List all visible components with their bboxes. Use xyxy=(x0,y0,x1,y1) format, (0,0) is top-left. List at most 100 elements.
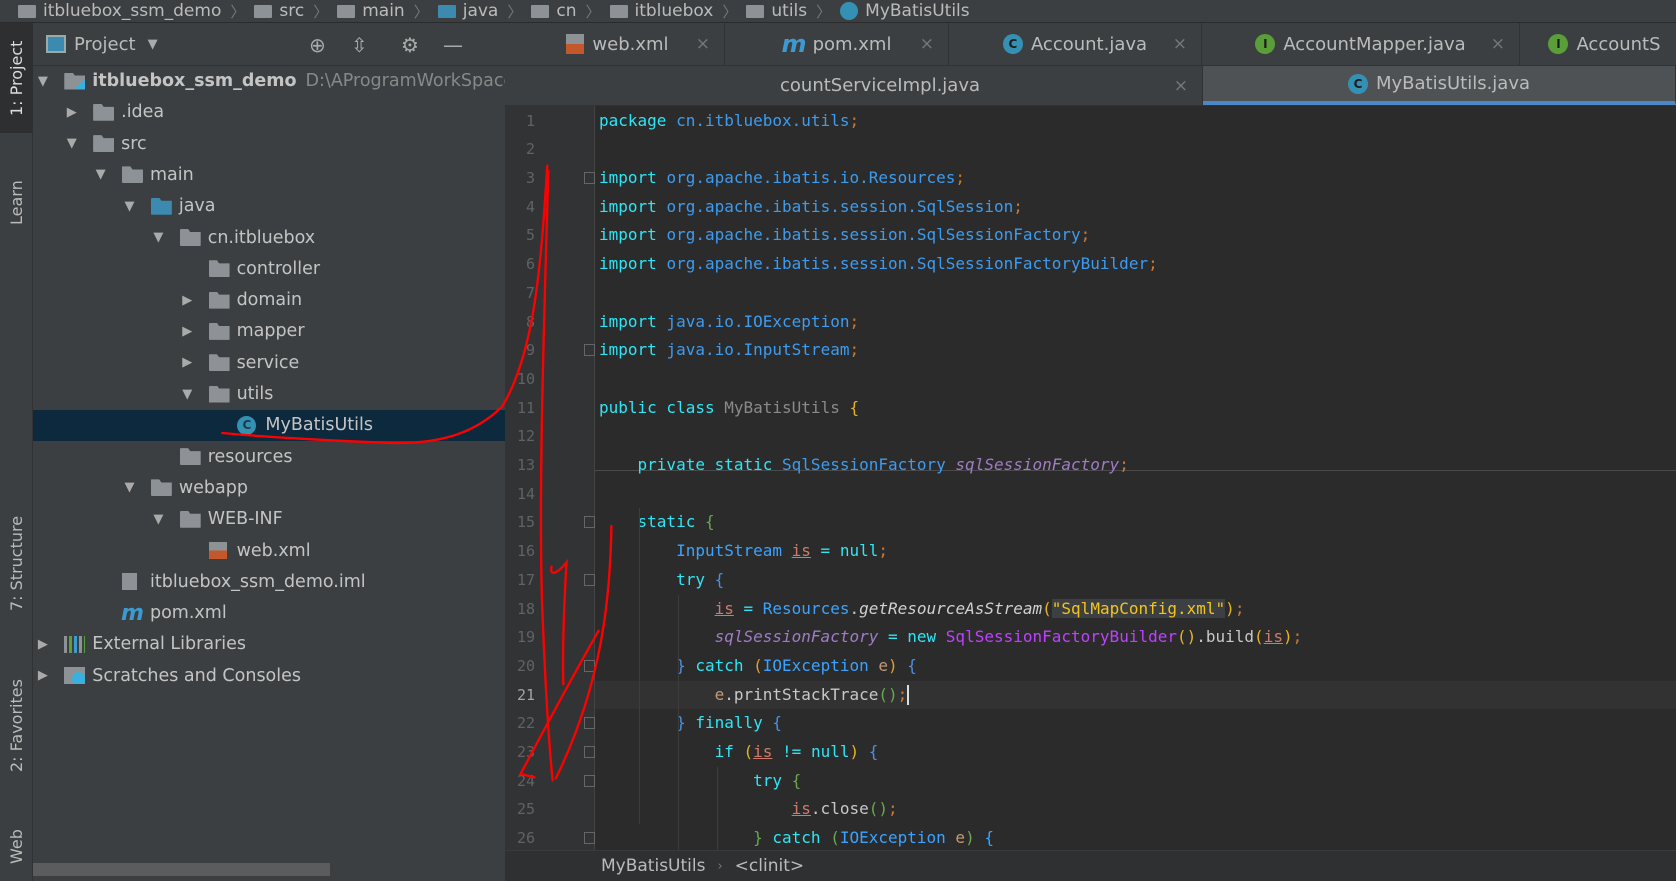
fold-marker-icon[interactable] xyxy=(584,746,595,759)
collapsed-arrow-icon[interactable]: ▶ xyxy=(182,324,196,339)
tree-item[interactable]: ▼ src xyxy=(33,128,505,159)
code-token: . xyxy=(849,598,860,618)
tool-web-button[interactable]: Web xyxy=(0,813,33,881)
tree-item[interactable]: ▼ WEB-INF xyxy=(33,504,505,535)
editor-tab[interactable]: web.xml × xyxy=(511,23,725,65)
tree-item[interactable]: ▶ .idea xyxy=(33,97,505,128)
tree-item[interactable]: ▶ domain xyxy=(33,285,505,316)
fold-marker-icon[interactable] xyxy=(584,717,595,730)
tree-item-label: webapp xyxy=(178,477,248,498)
code-line: package cn.itbluebox.utils; xyxy=(595,107,1676,136)
tree-item[interactable]: ▼ utils xyxy=(33,379,505,410)
expanded-arrow-icon[interactable]: ▼ xyxy=(182,387,196,402)
breadcrumb-item[interactable]: MyBatisUtils xyxy=(840,0,970,22)
code-token: java.io.IOException xyxy=(666,311,850,331)
fold-marker-icon[interactable] xyxy=(584,659,595,672)
tree-item-label: External Libraries xyxy=(92,634,247,655)
breadcrumb-item[interactable]: itbluebox_ssm_demo xyxy=(18,0,221,22)
expanded-arrow-icon[interactable]: ▼ xyxy=(67,136,81,151)
code-token: ; xyxy=(1234,598,1245,618)
collapse-all-icon[interactable]: ⇳ xyxy=(351,33,368,57)
code-line: try { xyxy=(595,566,1676,595)
tree-item-label: cn.itbluebox xyxy=(207,227,316,248)
tree-item[interactable]: C MyBatisUtils xyxy=(33,409,505,441)
code-token: MyBatisUtils xyxy=(724,397,850,417)
tree-item[interactable]: itbluebox_ssm_demo.iml xyxy=(33,566,505,597)
breadcrumb-item[interactable]: src xyxy=(254,0,304,22)
code-token: ; xyxy=(1292,627,1303,647)
hide-icon[interactable]: — xyxy=(443,33,463,57)
collapsed-arrow-icon[interactable]: ▶ xyxy=(182,293,196,308)
breadcrumb-item[interactable]: cn xyxy=(531,0,576,22)
tree-item[interactable]: ▼itbluebox_ssm_demoD:\AProgramWorkSpace\… xyxy=(33,66,824,97)
tree-item[interactable]: ▼ main xyxy=(33,159,505,190)
expanded-arrow-icon[interactable]: ▼ xyxy=(124,199,138,214)
package-icon xyxy=(208,291,230,309)
code-token: ) xyxy=(849,742,869,762)
editor-tab[interactable]: C Account.java × xyxy=(949,23,1202,65)
code-token: is xyxy=(753,742,773,762)
expanded-arrow-icon[interactable]: ▼ xyxy=(96,167,110,182)
tree-item[interactable]: ▼ cn.itbluebox xyxy=(33,222,505,253)
collapsed-arrow-icon[interactable]: ▶ xyxy=(67,105,81,120)
tree-item[interactable]: ▼ java xyxy=(33,191,505,222)
tree-item[interactable]: controller xyxy=(33,253,505,284)
tool-structure-button[interactable]: 7: Structure xyxy=(0,488,33,638)
source-folder-icon xyxy=(150,197,172,215)
class-icon: C xyxy=(1002,34,1023,54)
locate-icon[interactable]: ⊕ xyxy=(309,33,326,57)
code-line: } finally { xyxy=(595,709,1676,738)
code-token: import xyxy=(599,196,667,216)
tree-item[interactable]: ▶ Scratches and Consoles xyxy=(33,660,505,691)
close-icon[interactable]: × xyxy=(920,34,934,54)
editor-tab[interactable]: countServiceImpl.java × xyxy=(505,66,1203,105)
tree-item[interactable]: web.xml xyxy=(33,535,505,566)
fold-marker-icon[interactable] xyxy=(584,344,595,357)
project-view-selector[interactable]: Project xyxy=(74,34,136,55)
breadcrumb-label: main xyxy=(362,1,405,21)
tree-item[interactable]: ▶ service xyxy=(33,347,505,378)
horizontal-scrollbar[interactable] xyxy=(33,863,330,876)
close-icon[interactable]: × xyxy=(1173,34,1187,54)
expanded-arrow-icon[interactable]: ▼ xyxy=(153,512,167,527)
collapsed-arrow-icon[interactable]: ▶ xyxy=(182,355,196,370)
collapsed-arrow-icon[interactable]: ▶ xyxy=(38,637,52,652)
fold-marker-icon[interactable] xyxy=(584,573,595,586)
fold-marker-icon[interactable] xyxy=(584,832,595,845)
tree-item[interactable]: ▶ External Libraries xyxy=(33,629,505,660)
tool-project-button[interactable]: 1: Project xyxy=(0,23,33,133)
gear-icon[interactable]: ⚙ xyxy=(401,33,419,57)
tool-learn-button[interactable]: Learn xyxy=(0,158,33,248)
tool-favorites-button[interactable]: 2: Favorites xyxy=(0,648,33,803)
expanded-arrow-icon[interactable]: ▼ xyxy=(153,230,167,245)
breadcrumb-item[interactable]: utils xyxy=(746,0,807,22)
fold-marker-icon[interactable] xyxy=(584,172,595,185)
tree-item[interactable]: ▼ webapp xyxy=(33,472,505,503)
close-icon[interactable]: × xyxy=(696,34,710,54)
expanded-arrow-icon[interactable]: ▼ xyxy=(38,74,52,89)
fold-marker-icon[interactable] xyxy=(584,516,595,529)
breadcrumb-label: itbluebox_ssm_demo xyxy=(43,1,222,21)
collapsed-arrow-icon[interactable]: ▶ xyxy=(38,668,52,683)
breadcrumb-method[interactable]: <clinit> xyxy=(735,856,804,876)
editor-tab[interactable]: m pom.xml × xyxy=(725,23,949,65)
code-editor[interactable]: package cn.itbluebox.utils; import org.ap… xyxy=(595,106,1676,850)
expanded-arrow-icon[interactable]: ▼ xyxy=(124,480,138,495)
fold-marker-icon[interactable] xyxy=(584,774,595,787)
chevron-down-icon[interactable]: ▼ xyxy=(148,37,158,52)
breadcrumb-class[interactable]: MyBatisUtils xyxy=(601,856,705,876)
editor-tab[interactable]: I AccountS xyxy=(1520,23,1676,65)
editor-tab[interactable]: C MyBatisUtils.java xyxy=(1203,66,1676,105)
breadcrumb-item[interactable]: main xyxy=(337,0,405,22)
tree-item-label: .idea xyxy=(121,102,165,123)
breadcrumb-item[interactable]: java xyxy=(437,0,498,22)
close-icon[interactable]: × xyxy=(1174,76,1188,96)
tree-item[interactable]: resources xyxy=(33,441,505,472)
code-token: { xyxy=(791,770,802,790)
code-token: private static xyxy=(599,455,783,475)
tree-item[interactable]: m pom.xml xyxy=(33,598,505,629)
breadcrumb-item[interactable]: itbluebox xyxy=(609,0,713,22)
close-icon[interactable]: × xyxy=(1491,34,1505,54)
tree-item[interactable]: ▶ mapper xyxy=(33,316,505,347)
editor-tab[interactable]: I AccountMapper.java × xyxy=(1202,23,1520,65)
